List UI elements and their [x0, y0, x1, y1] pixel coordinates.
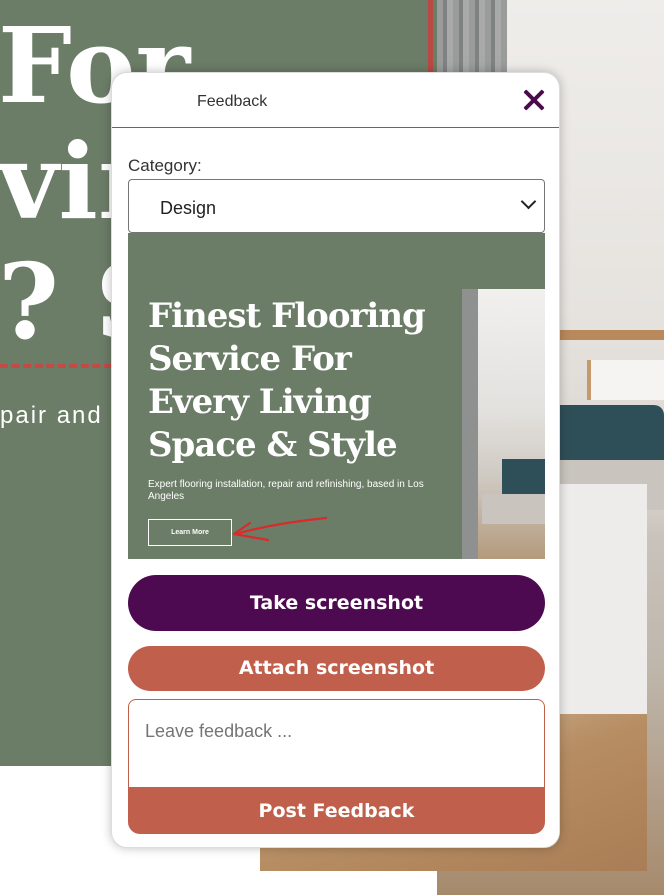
annotation-arrow-icon [232, 516, 328, 542]
hero-subtitle: pair and [0, 402, 103, 429]
widget-header: Feedback [112, 73, 559, 128]
chevron-down-icon [520, 193, 537, 210]
preview-subtitle: Expert flooring installation, repair and… [148, 479, 424, 502]
hero-dashed-underline [0, 364, 112, 368]
screenshot-preview: Finest Flooring Service For Every Living… [128, 233, 545, 559]
category-label: Category: [128, 156, 202, 175]
category-selected-value: Design [160, 198, 217, 218]
feedback-widget: Feedback Category: Design Finest Floorin… [111, 72, 560, 848]
close-icon[interactable] [519, 85, 549, 115]
attach-screenshot-button[interactable]: Attach screenshot [128, 646, 545, 691]
widget-title: Feedback [197, 93, 268, 110]
take-screenshot-button[interactable]: Take screenshot [128, 575, 545, 631]
preview-headline: Finest Flooring Service For Every Living… [148, 296, 426, 465]
category-select[interactable]: Design [128, 179, 545, 233]
hero-accent-line [428, 0, 433, 75]
preview-learn-more-button: Learn More [148, 519, 232, 546]
post-feedback-button[interactable]: Post Feedback [128, 787, 545, 834]
preview-photo [462, 289, 545, 559]
feedback-textarea[interactable] [128, 699, 545, 791]
